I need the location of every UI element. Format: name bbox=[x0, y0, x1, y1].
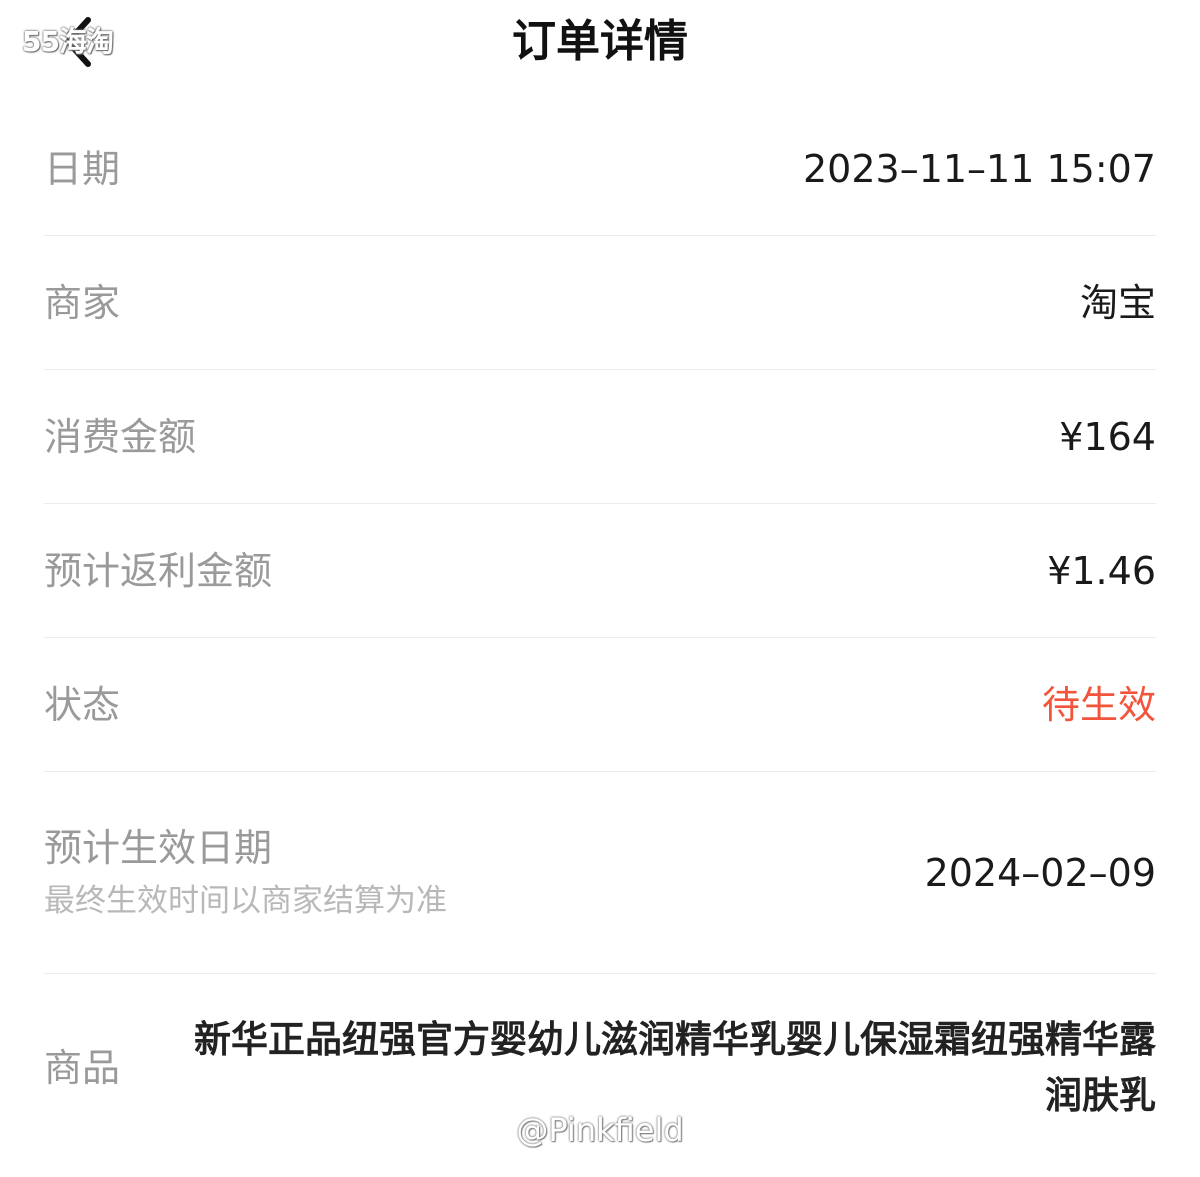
row-rebate: 预计返利金额 ¥1.46 bbox=[44, 504, 1156, 638]
merchant-label: 商家 bbox=[44, 280, 121, 325]
amount-label: 消费金额 bbox=[44, 414, 197, 459]
order-detail-list: 日期 2023–11–11 15:07 商家 淘宝 消费金额 ¥164 预计返利… bbox=[44, 102, 1156, 1162]
top-nav-bar: 55海淘 订单详情 bbox=[0, 0, 1200, 86]
date-value: 2023–11–11 15:07 bbox=[802, 146, 1156, 191]
row-effective-date: 预计生效日期 最终生效时间以商家结算为准 2024–02–09 bbox=[44, 772, 1156, 974]
page-title: 订单详情 bbox=[512, 16, 688, 67]
product-label: 商品 bbox=[44, 1046, 121, 1090]
effective-date-value: 2024–02–09 bbox=[924, 850, 1156, 895]
rebate-label: 预计返利金额 bbox=[44, 548, 273, 593]
effective-date-label: 预计生效日期 bbox=[44, 825, 273, 870]
product-name: 新华正品纽强官方婴幼儿滋润精华乳婴儿保湿霜纽强精华露润肤乳 bbox=[194, 1018, 1156, 1117]
row-status: 状态 待生效 bbox=[44, 638, 1156, 772]
row-product: 商品 新华正品纽强官方婴幼儿滋润精华乳婴儿保湿霜纽强精华露润肤乳 bbox=[44, 974, 1156, 1162]
effective-date-label-group: 预计生效日期 最终生效时间以商家结算为准 bbox=[44, 824, 447, 922]
status-badge: 待生效 bbox=[1041, 682, 1156, 727]
date-label: 日期 bbox=[44, 146, 121, 191]
merchant-value: 淘宝 bbox=[1079, 280, 1156, 325]
amount-value: ¥164 bbox=[1059, 414, 1156, 459]
row-merchant: 商家 淘宝 bbox=[44, 236, 1156, 370]
row-amount: 消费金额 ¥164 bbox=[44, 370, 1156, 504]
status-label: 状态 bbox=[44, 682, 121, 727]
rebate-value: ¥1.46 bbox=[1047, 548, 1156, 593]
effective-date-note: 最终生效时间以商家结算为准 bbox=[44, 882, 447, 919]
row-date: 日期 2023–11–11 15:07 bbox=[44, 102, 1156, 236]
